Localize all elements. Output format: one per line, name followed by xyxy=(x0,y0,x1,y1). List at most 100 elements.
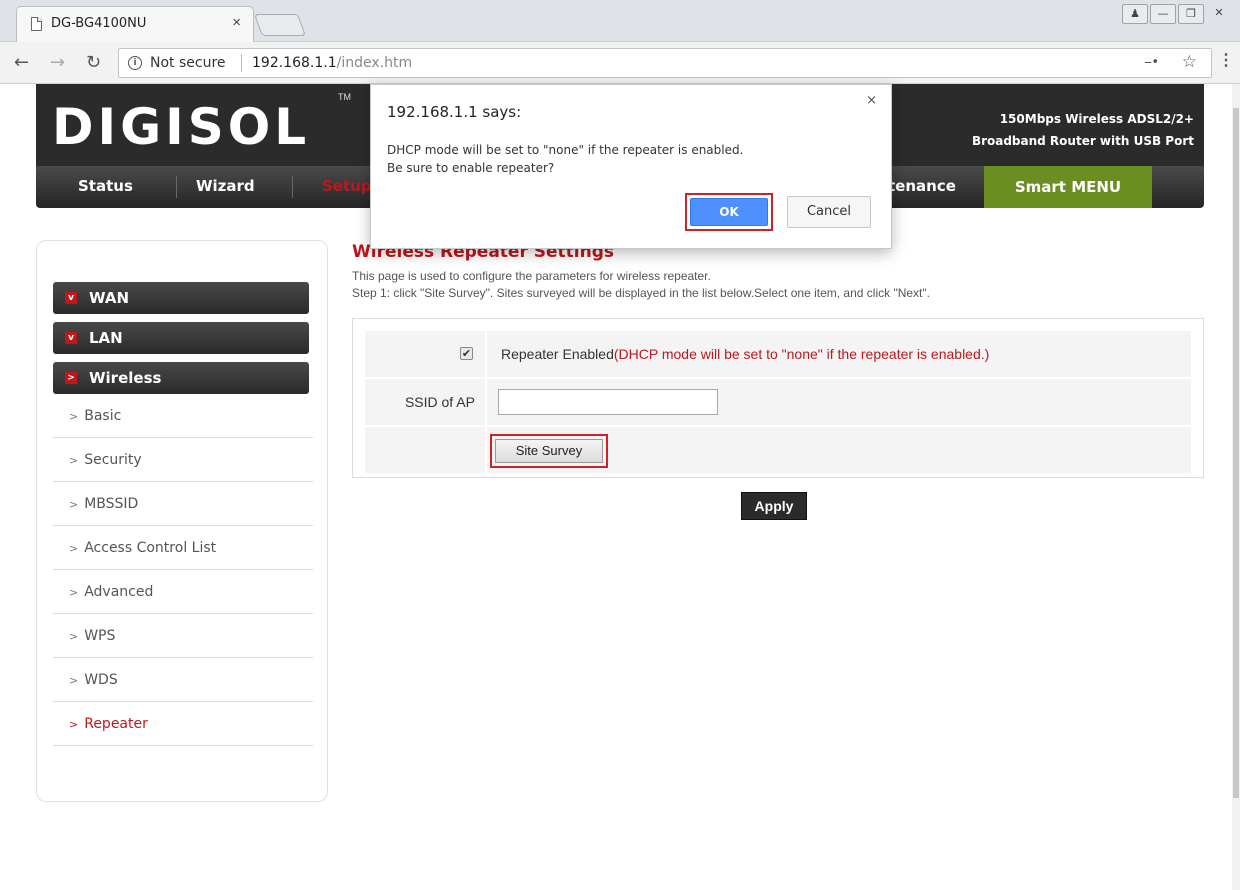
maximize-icon[interactable]: ❐ xyxy=(1178,4,1204,24)
ssid-row: SSID of AP xyxy=(365,379,1191,425)
repeater-label-text: Repeater Enabled xyxy=(501,346,614,362)
repeater-enabled-row: ✔ Repeater Enabled(DHCP mode will be set… xyxy=(365,331,1191,377)
site-survey-highlight: Site Survey xyxy=(490,434,608,468)
address-bar[interactable]: i Not secure 192.168.1.1/index.htm ⎯• ☆ xyxy=(118,48,1212,78)
info-icon[interactable]: i xyxy=(128,56,142,70)
reload-icon[interactable]: ↻ xyxy=(86,52,101,73)
chevron-right-icon: > xyxy=(69,410,79,423)
chevron-right-icon: > xyxy=(69,630,79,643)
browser-menu-icon[interactable]: ⋮ xyxy=(1218,50,1234,70)
sidebar-subitem-access-control-list[interactable]: > Access Control List xyxy=(53,526,313,570)
checkbox-cell: ✔ xyxy=(365,331,487,377)
new-tab-button[interactable] xyxy=(253,14,307,36)
security-label: Not secure xyxy=(150,55,226,71)
sidebar-item-label: WAN xyxy=(89,289,130,307)
chevron-right-icon: > xyxy=(69,542,79,555)
minimize-icon[interactable]: — xyxy=(1150,4,1176,24)
cancel-button[interactable]: Cancel xyxy=(787,196,871,228)
ok-highlight: OK xyxy=(685,193,773,231)
key-icon[interactable]: ⎯• xyxy=(1145,55,1159,70)
dialog-message: DHCP mode will be set to "none" if the r… xyxy=(387,141,743,177)
description-line2: Step 1: click "Site Survey". Sites surve… xyxy=(352,286,930,300)
sidebar-subitem-advanced[interactable]: > Advanced xyxy=(53,570,313,614)
sidebar-item-wireless[interactable]: > Wireless xyxy=(53,362,309,394)
window-controls: ♟ — ❐ ✕ xyxy=(1122,4,1232,24)
browser-tab[interactable]: DG-BG4100NU × xyxy=(16,6,254,42)
sidebar-subitem-mbssid[interactable]: > MBSSID xyxy=(53,482,313,526)
nav-divider xyxy=(292,176,293,198)
page-scrollbar[interactable] xyxy=(1232,84,1240,890)
repeater-enabled-label: Repeater Enabled(DHCP mode will be set t… xyxy=(501,346,989,362)
alert-dialog: 192.168.1.1 says: × DHCP mode will be se… xyxy=(370,84,892,249)
sidebar-item-label: LAN xyxy=(89,329,123,347)
sidebar-item-wan[interactable]: v WAN xyxy=(53,282,309,314)
sidebar: v WAN v LAN > Wireless > Basic > Security … xyxy=(36,240,328,802)
ssid-label: SSID of AP xyxy=(365,379,487,425)
url-path: /index.htm xyxy=(336,55,413,71)
tab-close-icon[interactable]: × xyxy=(232,14,241,31)
chevron-right-icon: > xyxy=(69,586,79,599)
ssid-input[interactable] xyxy=(498,389,718,415)
collapse-icon: v xyxy=(65,332,77,344)
chevron-right-icon: > xyxy=(69,674,79,687)
browser-toolbar: ← → ↻ i Not secure 192.168.1.1/index.htm… xyxy=(0,42,1240,84)
tagline-line2: Broadband Router with USB Port xyxy=(971,134,1194,148)
ok-button[interactable]: OK xyxy=(690,198,768,226)
sidebar-subitem-basic[interactable]: > Basic xyxy=(53,394,313,438)
nav-setup[interactable]: Setup xyxy=(322,177,372,195)
sidebar-subitem-label: Repeater xyxy=(84,716,148,732)
site-survey-row: Site Survey xyxy=(365,427,1191,473)
sidebar-subitem-label: Access Control List xyxy=(84,540,217,556)
sidebar-item-lan[interactable]: v LAN xyxy=(53,322,309,354)
url-host: 192.168.1.1 xyxy=(252,55,337,71)
repeater-note: (DHCP mode will be set to "none" if the … xyxy=(613,346,990,362)
sidebar-subitem-wps[interactable]: > WPS xyxy=(53,614,313,658)
address-separator xyxy=(241,54,242,72)
apply-button[interactable]: Apply xyxy=(741,492,807,520)
empty-label xyxy=(365,427,487,473)
scrollbar-thumb[interactable] xyxy=(1233,108,1239,798)
sidebar-subitem-label: Security xyxy=(84,452,142,468)
chevron-right-icon: > xyxy=(69,454,79,467)
chevron-right-icon: > xyxy=(69,498,79,511)
repeater-form: ✔ Repeater Enabled(DHCP mode will be set… xyxy=(352,318,1204,478)
dialog-message-line2: Be sure to enable repeater? xyxy=(387,161,555,175)
back-arrow-icon[interactable]: ← xyxy=(14,52,29,73)
nav-divider xyxy=(176,176,177,198)
window-close-icon[interactable]: ✕ xyxy=(1206,4,1232,24)
nav-wizard[interactable]: Wizard xyxy=(196,177,255,195)
sidebar-subitem-security[interactable]: > Security xyxy=(53,438,313,482)
dialog-title: 192.168.1.1 says: xyxy=(387,103,522,121)
repeater-enabled-checkbox[interactable]: ✔ xyxy=(460,347,473,360)
sidebar-subitem-repeater[interactable]: > Repeater xyxy=(53,702,313,746)
chevron-right-icon: > xyxy=(69,718,79,731)
profile-icon[interactable]: ♟ xyxy=(1122,4,1148,24)
nav-smart-menu[interactable]: Smart MENU xyxy=(984,166,1152,208)
page-description: This page is used to configure the param… xyxy=(352,268,930,302)
nav-status[interactable]: Status xyxy=(78,177,133,195)
url-text[interactable]: 192.168.1.1/index.htm xyxy=(252,55,412,71)
browser-tabstrip: DG-BG4100NU × ♟ — ❐ ✕ xyxy=(0,0,1240,42)
bookmark-star-icon[interactable]: ☆ xyxy=(1182,52,1197,72)
sidebar-item-label: Wireless xyxy=(89,369,162,387)
digisol-logo: DIGISOL xyxy=(52,98,311,156)
expand-icon: > xyxy=(65,372,77,384)
sidebar-subitem-label: Advanced xyxy=(84,584,154,600)
sidebar-subitem-label: MBSSID xyxy=(84,496,139,512)
page-icon xyxy=(31,17,42,31)
tab-title: DG-BG4100NU xyxy=(51,16,147,31)
site-survey-button[interactable]: Site Survey xyxy=(495,439,603,463)
forward-arrow-icon[interactable]: → xyxy=(50,52,65,73)
sidebar-subitem-label: WPS xyxy=(84,628,116,644)
product-tagline: 150Mbps Wireless ADSL2/2+ Broadband Rout… xyxy=(972,108,1194,152)
sidebar-subitem-label: WDS xyxy=(84,672,118,688)
dialog-close-icon[interactable]: × xyxy=(866,93,877,108)
trademark-mark: TM xyxy=(338,92,351,102)
sidebar-subitem-wds[interactable]: > WDS xyxy=(53,658,313,702)
description-line1: This page is used to configure the param… xyxy=(352,269,711,283)
tagline-line1: 150Mbps Wireless ADSL2/2+ xyxy=(999,112,1194,126)
collapse-icon: v xyxy=(65,292,77,304)
nav-maintenance[interactable]: tenance xyxy=(888,177,956,195)
dialog-message-line1: DHCP mode will be set to "none" if the r… xyxy=(387,143,744,157)
sidebar-subitem-label: Basic xyxy=(84,408,122,424)
